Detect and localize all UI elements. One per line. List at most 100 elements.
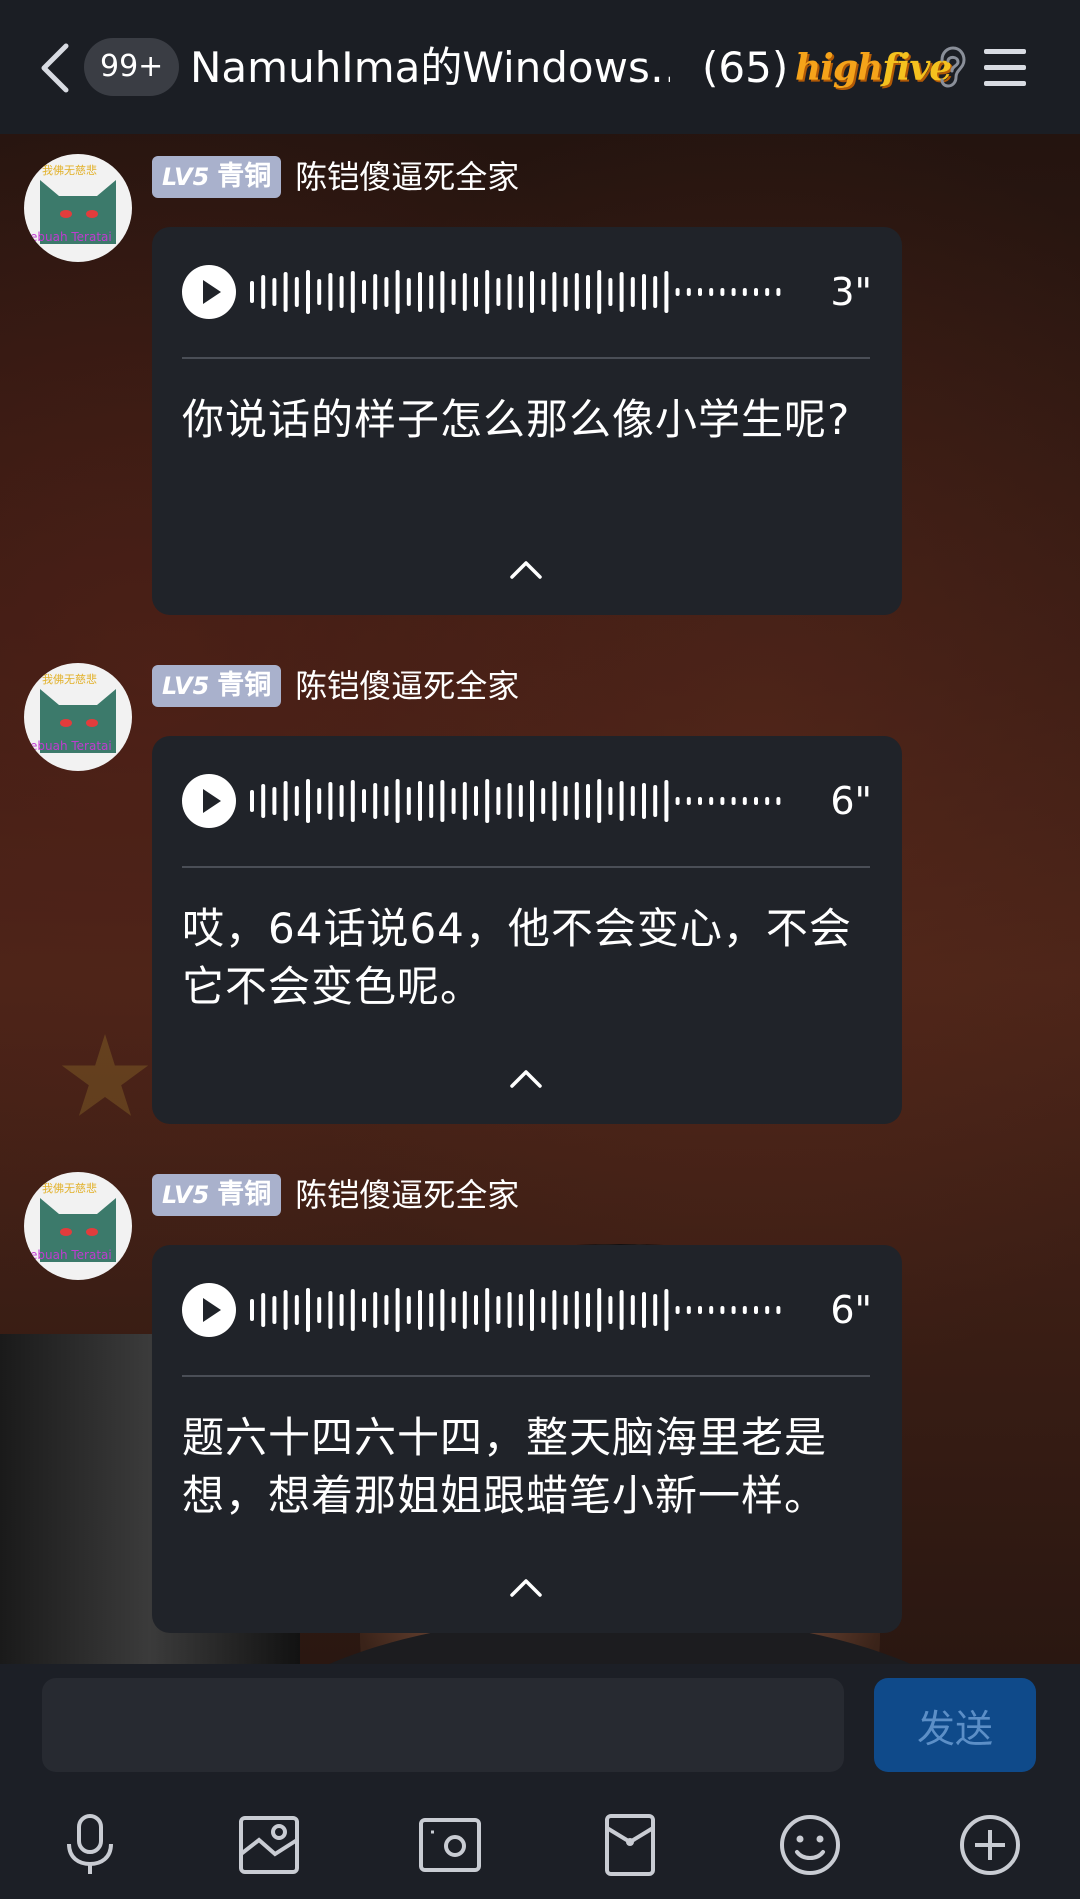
play-icon[interactable] — [182, 774, 236, 828]
username[interactable]: 陈铠傻逼死全家 — [295, 665, 519, 707]
highfive-logo[interactable]: highfive — [795, 46, 952, 90]
waveform-bar — [384, 786, 389, 816]
cat-eye-right — [86, 719, 98, 727]
waveform-dot — [709, 797, 714, 805]
avatar-text-bottom: ebuah Teratai — [30, 1248, 112, 1262]
waveform-bar — [630, 277, 635, 307]
waveform-bar — [328, 273, 333, 311]
play-icon[interactable] — [182, 1283, 236, 1337]
waveform-bar — [462, 782, 467, 820]
send-button[interactable]: 发送 — [874, 1678, 1036, 1772]
top-bar: 99+ NamuhIma的Windows… (65) highfive — [0, 0, 1080, 134]
waveform-bar — [518, 785, 523, 817]
waveform-bar — [586, 275, 590, 309]
waveform-bar — [597, 1288, 602, 1332]
waveform-bar — [530, 780, 534, 822]
waveform-bar — [608, 278, 613, 306]
waveform-bar — [328, 1291, 333, 1329]
menu-icon[interactable] — [982, 46, 1028, 88]
play-icon[interactable] — [182, 265, 236, 319]
waveform-bar — [294, 277, 299, 307]
waveform-bar — [518, 276, 523, 308]
waveform-bar — [496, 1296, 501, 1324]
waveform-bar — [406, 1296, 411, 1324]
waveform-bar — [283, 1290, 288, 1330]
voice-transcript: 哎，64话说64，他不会变心，不会它不会变色呢。 — [182, 904, 852, 1011]
waveform-bar — [574, 782, 579, 820]
waveform-bar — [552, 781, 557, 821]
waveform-bar — [395, 270, 400, 314]
waveform-bar — [563, 786, 568, 816]
waveform-bar — [418, 1290, 422, 1330]
waveform-bar — [586, 784, 590, 818]
emoji-icon[interactable] — [775, 1810, 845, 1880]
level-badge: LV5 青铜 — [152, 156, 282, 198]
waveform-bar — [619, 272, 624, 312]
waveform-bar — [250, 281, 254, 303]
waveform-bar — [294, 1295, 299, 1325]
voice-message-bubble[interactable]: 6" 哎，64话说64，他不会变心，不会它不会变色呢。 — [152, 736, 902, 1124]
waveform-bar — [306, 1288, 310, 1332]
divider — [182, 357, 870, 359]
chat-title[interactable]: NamuhIma的Windows… — [190, 40, 670, 96]
waveform-bar — [373, 783, 378, 819]
voice-transcript: 你说话的样子怎么那么像小学生呢? — [182, 395, 851, 444]
waveform-icon — [250, 270, 781, 314]
waveform-bar — [653, 785, 658, 817]
waveform-bar — [339, 1294, 344, 1326]
waveform-bar — [406, 278, 411, 306]
waveform-dot — [709, 1306, 714, 1314]
waveform-dot — [776, 288, 781, 296]
back-button[interactable] — [36, 42, 76, 94]
waveform-dot — [742, 797, 747, 805]
user-avatar[interactable]: 我佛无慈悲 ebuah Teratai — [24, 154, 132, 262]
username[interactable]: 陈铠傻逼死全家 — [295, 156, 519, 198]
bottom-toolbar — [0, 1790, 1080, 1899]
collapse-button[interactable] — [508, 1066, 544, 1090]
waveform-bar — [507, 783, 512, 819]
waveform-dot — [709, 288, 714, 296]
waveform-dot — [675, 797, 680, 805]
waveform-bar — [350, 780, 355, 822]
waveform-bar — [384, 277, 389, 307]
level-number: LV5 — [162, 672, 210, 700]
collapse-button[interactable] — [508, 1575, 544, 1599]
waveform-bar — [306, 779, 310, 823]
waveform-bar — [474, 1295, 478, 1325]
ear-icon[interactable] — [936, 46, 966, 88]
voice-duration: 3" — [830, 270, 872, 314]
username[interactable]: 陈铠傻逼死全家 — [295, 1174, 519, 1216]
microphone-icon[interactable] — [55, 1810, 125, 1880]
camera-icon[interactable] — [415, 1810, 485, 1880]
plus-icon[interactable] — [955, 1810, 1025, 1880]
waveform-bar — [496, 787, 501, 815]
voice-message-bubble[interactable]: 3" 你说话的样子怎么那么像小学生呢? — [152, 227, 902, 615]
avatar-text-top: 我佛无慈悲 — [42, 164, 97, 177]
waveform-dot — [720, 288, 725, 296]
unread-count-badge[interactable]: 99+ — [84, 38, 180, 96]
waveform-bar — [384, 1295, 389, 1325]
image-icon[interactable] — [235, 1810, 305, 1880]
waveform-bar — [373, 274, 378, 310]
waveform-bar — [306, 270, 310, 314]
avatar-text-bottom: ebuah Teratai — [30, 230, 112, 244]
user-avatar[interactable]: 我佛无慈悲 ebuah Teratai — [24, 1172, 132, 1280]
waveform-bar — [261, 784, 266, 818]
message-input[interactable] — [42, 1678, 844, 1772]
waveform-bar — [429, 1293, 434, 1327]
voice-message-bubble[interactable]: 6" 题六十四六十四，整天脑海里老是想，想着那姐姐跟蜡笔小新一样。 — [152, 1245, 902, 1633]
waveform-bar — [541, 279, 546, 305]
level-name: 青铜 — [217, 161, 272, 192]
red-packet-icon[interactable] — [595, 1810, 665, 1880]
waveform-dot — [776, 797, 781, 805]
chevron-up-icon — [510, 561, 542, 579]
waveform-bar — [451, 788, 456, 814]
waveform-bar — [418, 272, 422, 312]
collapse-button[interactable] — [508, 557, 544, 581]
waveform-bar — [395, 1288, 400, 1332]
waveform-bar — [362, 1298, 366, 1322]
avatar-text-bottom: ebuah Teratai — [30, 739, 112, 753]
waveform-bar — [630, 786, 635, 816]
user-avatar[interactable]: 我佛无慈悲 ebuah Teratai — [24, 663, 132, 771]
waveform-bar — [541, 788, 546, 814]
